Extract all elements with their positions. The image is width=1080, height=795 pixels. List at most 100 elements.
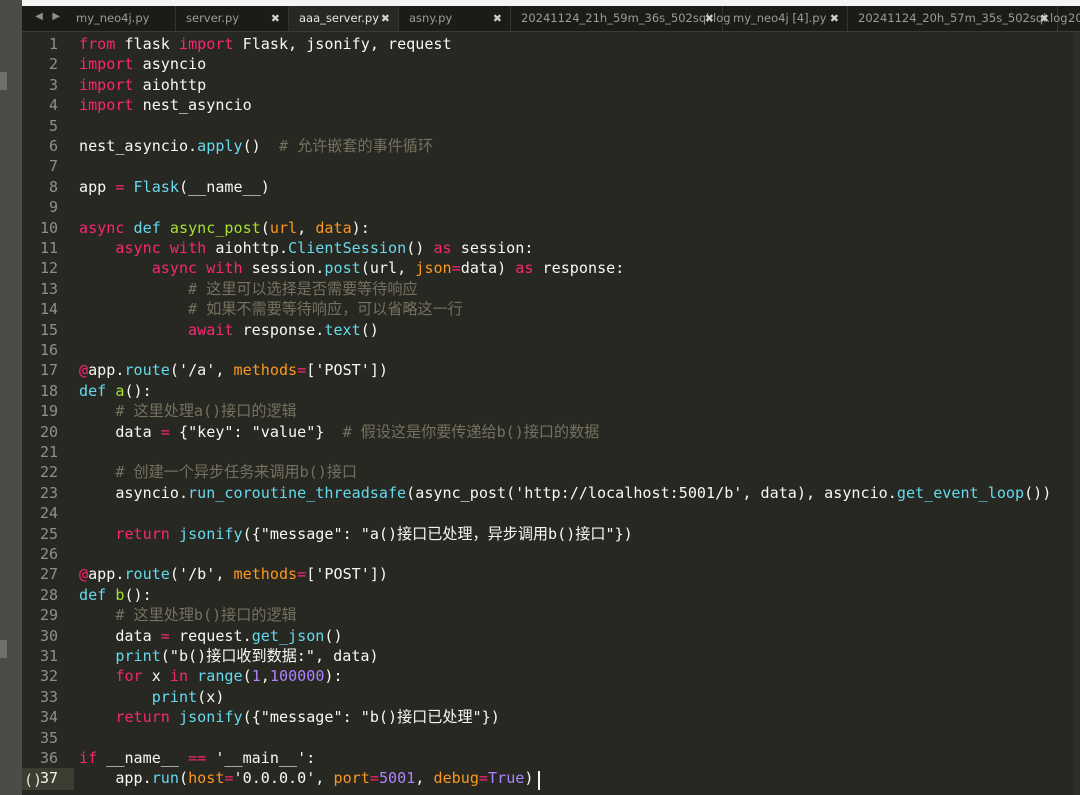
code-line: # 这里可以选择是否需要等待响应 (79, 279, 418, 299)
code-line: if __name__ == '__main__': (79, 748, 315, 768)
line-number: 15 (39, 320, 58, 339)
close-icon[interactable]: ✖ (705, 6, 714, 31)
tab-label: my_neo4j [4].py (733, 11, 827, 25)
tab-my-neo4j-4[interactable]: my_neo4j [4].py ✖ (723, 6, 848, 31)
line-number-gutter: 1 2 3 4 5 6 7 8 9 10 11 12 13 14 15 16 17 18 19 20 21 22 23 24 2… (22, 32, 72, 795)
code-token: () (324, 626, 343, 645)
line-number: 32 (39, 667, 58, 686)
code-token: post (324, 259, 361, 278)
code-line: data = request.get_json() (79, 626, 343, 646)
code-line: import asyncio (79, 54, 206, 74)
close-icon[interactable]: ✖ (830, 6, 839, 31)
code-token: asyncio (133, 55, 207, 74)
code-token: methods (233, 361, 298, 380)
code-token: = (224, 769, 234, 788)
line-number: 9 (48, 198, 58, 217)
code-token: for (115, 667, 143, 686)
tab-my-neo4j[interactable]: my_neo4j.py (66, 6, 176, 31)
code-token: ({"message": "b()接口已处理"}) (242, 708, 500, 727)
tab-scroll-right-icon[interactable]: ▶ (49, 11, 63, 22)
code-token: if (79, 749, 98, 767)
close-icon[interactable]: ✖ (271, 6, 280, 31)
code-token: request. (169, 626, 252, 645)
code-token: = (297, 361, 307, 380)
line-number: 7 (48, 157, 58, 176)
tab-log-21h[interactable]: 20241124_21h_59m_36s_502sql.log ✖ (511, 6, 731, 31)
code-token: async (151, 259, 198, 278)
code-token: (url, (360, 259, 416, 278)
code-token: as (433, 239, 452, 257)
tab-label: 20241124_20h_57m_35s_502sql.log (858, 11, 1068, 25)
code-token: ) (524, 769, 534, 788)
line-number: 35 (39, 728, 58, 747)
tab-scroll-left-icon[interactable]: ◀ (32, 11, 46, 22)
tab-label: asny.py (409, 11, 453, 25)
line-number: 5 (48, 116, 58, 135)
code-token: x (142, 667, 170, 686)
close-icon[interactable]: ✖ (1040, 6, 1049, 31)
code-token: json (415, 259, 452, 278)
code-line: app = Flask(__name__) (79, 177, 270, 197)
tab-label: 20241124_21h_59m_36s_502sql.log (521, 11, 731, 25)
code-token: '__main__': (206, 749, 316, 767)
code-line: return jsonify({"message": "b()接口已处理"}) (79, 707, 500, 727)
code-area[interactable]: from flask import Flask, jsonify, reques… (79, 34, 1080, 795)
code-line: asyncio.run_coroutine_threadsafe(async_p… (79, 483, 1051, 503)
vertical-scrollbar[interactable] (1074, 32, 1080, 795)
tab-scroll-arrows: ◀ ▶ (32, 11, 68, 22)
tab-truncated[interactable]: 20 (1058, 6, 1080, 31)
code-token: ('/a', (169, 361, 234, 380)
code-token: data (79, 626, 161, 645)
code-token: run (151, 769, 179, 788)
editor-window: ◀ ▶ my_neo4j.py server.py ✖ aaa_server.p… (0, 0, 1080, 795)
code-token: Flask, jsonify, request (233, 35, 452, 53)
tab-asny[interactable]: asny.py ✖ (399, 6, 511, 31)
code-line: def a(): (79, 381, 152, 401)
code-line: # 这里处理b()接口的逻辑 (79, 605, 296, 625)
code-token: return (115, 708, 170, 727)
code-token: ClientSession (288, 239, 407, 257)
close-icon[interactable]: ✖ (381, 6, 390, 31)
code-token: , (260, 667, 270, 686)
code-token: # 如果不需要等待响应，可以省略这一行 (188, 300, 463, 319)
code-token: from (79, 35, 116, 53)
code-token: () (406, 239, 434, 257)
code-line: app.run(host='0.0.0.0', port=5001, debug… (79, 768, 533, 788)
code-token: '0.0.0.0', (233, 769, 334, 788)
line-number: 18 (39, 381, 58, 400)
code-token: (async_post('http://localhost:5001/b', d… (406, 483, 897, 502)
close-icon[interactable]: ✖ (493, 6, 502, 31)
code-token: = (160, 626, 170, 645)
code-token: ({"message": "a()接口已处理，异步调用b()接口"}) (242, 524, 633, 543)
code-token: # 这里可以选择是否需要等待响应 (188, 279, 418, 298)
line-number: 28 (39, 585, 58, 604)
code-token: True (488, 769, 525, 788)
code-token: ['POST']) (306, 565, 389, 584)
code-token: await (188, 320, 234, 339)
line-number: 30 (39, 626, 58, 645)
tab-log-20h[interactable]: 20241124_20h_57m_35s_502sql.log ✖ (848, 6, 1068, 31)
code-token: session: (451, 239, 534, 257)
line-number: 10 (39, 218, 58, 237)
tab-server[interactable]: server.py ✖ (176, 6, 289, 31)
code-token: ('/b', (169, 565, 234, 584)
tab-bar: ◀ ▶ my_neo4j.py server.py ✖ aaa_server.p… (22, 6, 1080, 32)
code-line: async with aiohttp.ClientSession() as se… (79, 238, 533, 258)
code-token: data (315, 218, 352, 237)
code-token: return (115, 524, 170, 543)
tab-aaa-server[interactable]: aaa_server.py ✖ (289, 6, 399, 31)
code-token: async (79, 218, 125, 237)
code-token: 1 (251, 667, 261, 686)
code-token: (x) (197, 687, 225, 706)
code-line: nest_asyncio.apply() # 允许嵌套的事件循环 (79, 136, 433, 156)
code-token: debug (433, 769, 479, 788)
code-token: nest_asyncio. (79, 137, 198, 155)
code-line: print(x) (79, 687, 225, 707)
tab-label: my_neo4j.py (76, 11, 150, 25)
